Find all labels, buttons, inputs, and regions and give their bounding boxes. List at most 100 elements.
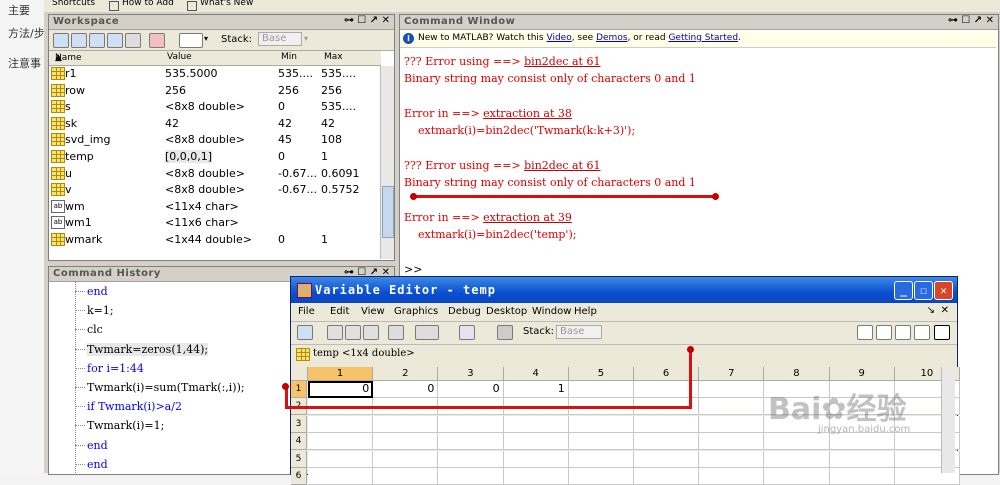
menu-graphics[interactable]: Graphics	[394, 306, 438, 317]
grid-cell[interactable]	[308, 415, 374, 433]
history-item[interactable]: for i=1:44	[87, 362, 144, 375]
grid-cell[interactable]	[634, 450, 700, 468]
error-link[interactable]: bin2dec at 61	[524, 55, 600, 68]
workspace-row[interactable]: ab wm <11x4 char>	[49, 199, 381, 216]
grid-cell[interactable]	[634, 415, 700, 433]
minimize-button[interactable]: _	[894, 281, 913, 300]
tile-columns-icon[interactable]	[876, 325, 892, 340]
side-item[interactable]: 注意事	[8, 55, 44, 71]
save-icon[interactable]	[107, 33, 123, 48]
grid-cell[interactable]	[503, 468, 569, 485]
variable-editor-titlebar[interactable]: Variable Editor - temp _ ☐ ✕	[291, 277, 957, 303]
row-header[interactable]: 5	[291, 450, 307, 468]
print-icon[interactable]	[125, 33, 141, 48]
grid-cell[interactable]	[829, 468, 895, 485]
stack-select[interactable]: Base	[556, 325, 602, 339]
grid-cell[interactable]	[829, 450, 895, 468]
shortcut-how-to-add[interactable]: How to Add	[122, 0, 174, 8]
grid-cell[interactable]	[634, 468, 700, 485]
grid-cell[interactable]: 0	[438, 381, 504, 398]
error-link[interactable]: extraction at 38	[483, 107, 572, 120]
plot-icon[interactable]	[415, 325, 439, 340]
col-min-header[interactable]: Min	[281, 52, 297, 62]
grid-cell[interactable]	[699, 433, 765, 451]
workspace-row[interactable]: wmark <1x44 double> 0 1	[49, 232, 381, 249]
history-item[interactable]: Twmark(i)=1;	[87, 419, 164, 432]
workspace-row[interactable]: r1 535.5000 535.... 535....	[49, 66, 381, 83]
plot-selection-icon[interactable]	[179, 33, 203, 48]
grid-cell[interactable]	[438, 415, 504, 433]
grid-cell[interactable]	[568, 415, 634, 433]
workspace-row[interactable]: sk 42 42 42	[49, 116, 381, 133]
grid-cell[interactable]	[829, 433, 895, 451]
history-item[interactable]: Twmark=zeros(1,44);	[87, 342, 209, 356]
maximize-button[interactable]: ☐	[914, 281, 933, 300]
col-max-header[interactable]: Max	[324, 52, 343, 62]
history-item[interactable]: end	[87, 458, 108, 471]
grid-cell[interactable]	[373, 468, 439, 485]
close-icon[interactable]: ✕	[941, 305, 949, 316]
column-header[interactable]: 3	[438, 367, 504, 381]
grid-cell[interactable]	[764, 433, 830, 451]
grid-cell[interactable]	[308, 433, 374, 451]
grid-cell[interactable]	[764, 450, 830, 468]
column-header[interactable]: 7	[699, 367, 765, 381]
grid-scrollbar[interactable]	[941, 367, 955, 473]
grid-cell[interactable]	[699, 415, 765, 433]
import-icon[interactable]	[297, 325, 313, 340]
demos-link[interactable]: Demos	[596, 33, 627, 43]
column-header[interactable]: 9	[829, 367, 895, 381]
grid-cell[interactable]	[503, 415, 569, 433]
maximize-icon[interactable]	[934, 325, 950, 340]
menu-desktop[interactable]: Desktop	[486, 306, 527, 317]
history-item[interactable]: if Twmark(i)>a/2	[87, 400, 182, 413]
history-item[interactable]: Twmark(i)=sum(Tmark(:,i));	[87, 381, 245, 394]
error-link[interactable]: bin2dec at 61	[524, 159, 600, 172]
history-item[interactable]: k=1;	[87, 304, 114, 317]
grid-cell[interactable]: 0	[308, 381, 374, 398]
grid-cell[interactable]	[308, 468, 374, 485]
grid-cell[interactable]	[308, 450, 374, 468]
float-icon[interactable]	[914, 325, 930, 340]
workspace-scrollbar[interactable]	[380, 66, 394, 259]
grid-cell[interactable]	[438, 468, 504, 485]
grid-cell[interactable]	[699, 398, 765, 416]
getting-started-link[interactable]: Getting Started	[668, 33, 738, 43]
grid-cell[interactable]	[634, 433, 700, 451]
menu-help[interactable]: Help	[574, 306, 597, 317]
history-item[interactable]: end	[87, 439, 108, 452]
open-selection-icon[interactable]	[71, 33, 87, 48]
col-value-header[interactable]: Value	[167, 52, 192, 62]
close-button[interactable]: ✕	[934, 281, 953, 300]
column-header[interactable]: 1	[308, 367, 374, 381]
menu-edit[interactable]: Edit	[330, 306, 349, 317]
delete-icon[interactable]	[497, 325, 513, 340]
shortcut-whats-new[interactable]: What's New	[200, 0, 253, 8]
undock-icon[interactable]: ↘	[927, 305, 935, 316]
grid-cell[interactable]	[568, 468, 634, 485]
grid-cell[interactable]	[503, 450, 569, 468]
grid-cell[interactable]	[438, 450, 504, 468]
cut-icon[interactable]	[327, 325, 343, 340]
grid-cell[interactable]	[568, 381, 634, 398]
side-item[interactable]: 方法/步	[8, 25, 44, 41]
panel-controls[interactable]: ⊶ ☐ ↗ ✕	[344, 15, 390, 26]
stack-select[interactable]: Base	[258, 32, 302, 46]
workspace-row[interactable]: s <8x8 double> 0 535....	[49, 99, 381, 116]
print-icon[interactable]	[388, 325, 404, 340]
workspace-row[interactable]: temp [0,0,0,1] 0 1	[49, 149, 381, 166]
panel-controls[interactable]: ⊶ ☐ ↗ ✕	[948, 15, 994, 26]
import-data-icon[interactable]	[89, 33, 105, 48]
paste-icon[interactable]	[363, 325, 379, 340]
error-link[interactable]: extraction at 39	[483, 211, 572, 224]
grid-cell[interactable]	[373, 433, 439, 451]
menu-window[interactable]: Window	[532, 306, 571, 317]
brush-icon[interactable]	[459, 325, 475, 340]
row-header[interactable]: 1	[291, 381, 307, 398]
history-item[interactable]: clc	[87, 323, 103, 336]
workspace-row[interactable]: ab wm1 <11x6 char>	[49, 215, 381, 232]
grid-cell[interactable]	[568, 433, 634, 451]
column-header[interactable]: 8	[764, 367, 830, 381]
grid-cell[interactable]	[699, 381, 765, 398]
video-link[interactable]: Video	[546, 33, 571, 43]
